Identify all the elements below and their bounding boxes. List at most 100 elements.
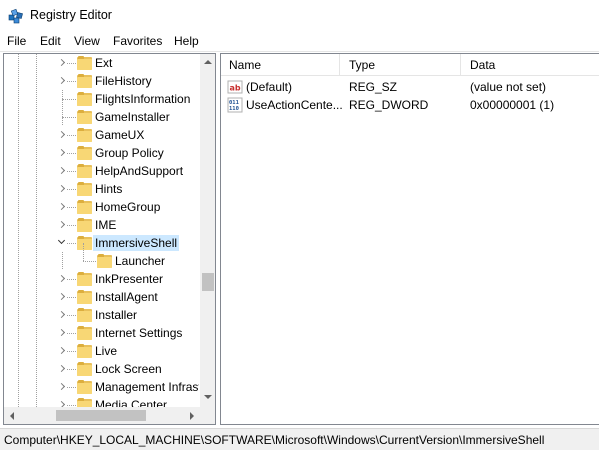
tree-key-live[interactable]: Live bbox=[4, 342, 199, 360]
tree-key-gameux[interactable]: GameUX bbox=[4, 126, 199, 144]
expand-chevron-icon[interactable] bbox=[57, 270, 67, 288]
tree-key-immersiveshell[interactable]: ImmersiveShell bbox=[4, 234, 199, 252]
value-name: (Default) bbox=[246, 80, 293, 94]
scrollbar-corner bbox=[200, 407, 215, 424]
menu-favorites[interactable]: Favorites bbox=[113, 34, 162, 48]
tree-key-hints[interactable]: Hints bbox=[4, 180, 199, 198]
folder-icon bbox=[77, 272, 92, 286]
expand-chevron-icon[interactable] bbox=[57, 72, 67, 90]
tree-item-label: Group Policy bbox=[95, 146, 164, 160]
tree-item-label: Hints bbox=[95, 182, 123, 196]
tree-key-management-infrast[interactable]: Management Infrast bbox=[4, 378, 199, 396]
menu-file[interactable]: File bbox=[7, 34, 26, 48]
tree-item-label: IME bbox=[95, 218, 117, 232]
column-header-type[interactable]: Type bbox=[341, 54, 461, 76]
tree-key-installer[interactable]: Installer bbox=[4, 306, 199, 324]
menu-edit[interactable]: Edit bbox=[40, 34, 61, 48]
scroll-up-arrow-icon[interactable] bbox=[204, 60, 212, 64]
tree-horizontal-scrollbar[interactable] bbox=[4, 407, 200, 424]
menu-help[interactable]: Help bbox=[174, 34, 199, 48]
folder-icon bbox=[77, 218, 92, 232]
tree-key-internet-settings[interactable]: Internet Settings bbox=[4, 324, 199, 342]
folder-icon bbox=[77, 128, 92, 142]
tree-vertical-scrollbar[interactable] bbox=[200, 54, 215, 407]
expand-chevron-icon[interactable] bbox=[57, 126, 67, 144]
tree-item-label: InkPresenter bbox=[95, 272, 164, 286]
tree-item-label: Internet Settings bbox=[95, 326, 183, 340]
column-header-data[interactable]: Data bbox=[462, 54, 599, 76]
expand-chevron-icon[interactable] bbox=[57, 288, 67, 306]
expand-chevron-icon[interactable] bbox=[57, 360, 67, 378]
expand-chevron-icon[interactable] bbox=[57, 378, 67, 396]
tree-guide-line bbox=[83, 243, 84, 261]
folder-icon bbox=[77, 344, 92, 358]
chevron-right-icon bbox=[57, 310, 66, 319]
scroll-down-arrow-icon[interactable] bbox=[204, 395, 212, 399]
string-value-icon: ab bbox=[227, 80, 243, 94]
tree-key-group-policy[interactable]: Group Policy bbox=[4, 144, 199, 162]
folder-icon bbox=[77, 362, 92, 376]
expand-chevron-icon[interactable] bbox=[57, 324, 67, 342]
tree-key-installagent[interactable]: InstallAgent bbox=[4, 288, 199, 306]
chevron-right-icon bbox=[57, 130, 66, 139]
chevron-right-icon bbox=[57, 148, 66, 157]
folder-icon bbox=[77, 182, 92, 196]
tree-key-inkpresenter[interactable]: InkPresenter bbox=[4, 270, 199, 288]
expand-chevron-icon[interactable] bbox=[57, 306, 67, 324]
tree-key-media-center[interactable]: Media Center bbox=[4, 396, 199, 407]
tree-key-helpandsupport[interactable]: HelpAndSupport bbox=[4, 162, 199, 180]
tree-item-label: Lock Screen bbox=[95, 362, 162, 376]
chevron-right-icon bbox=[57, 166, 66, 175]
value-data: (value not set) bbox=[470, 80, 547, 94]
expand-chevron-icon[interactable] bbox=[57, 198, 67, 216]
value-row[interactable]: 011 110 UseActionCente... REG_DWORD 0x00… bbox=[221, 96, 599, 114]
folder-icon bbox=[97, 254, 112, 268]
tree-connector-line bbox=[83, 261, 96, 262]
folder-icon bbox=[77, 326, 92, 340]
tree-key-ime[interactable]: IME bbox=[4, 216, 199, 234]
list-header: Name Type Data bbox=[221, 54, 599, 76]
menu-view[interactable]: View bbox=[74, 34, 100, 48]
folder-icon bbox=[77, 146, 92, 160]
chevron-right-icon bbox=[57, 58, 66, 67]
menu-separator bbox=[0, 51, 599, 52]
folder-icon bbox=[77, 74, 92, 88]
column-header-name[interactable]: Name bbox=[221, 54, 340, 76]
expand-chevron-icon[interactable] bbox=[57, 342, 67, 360]
chevron-right-icon bbox=[57, 292, 66, 301]
tree-item-label: Management Infrast bbox=[95, 380, 199, 394]
tree-key-homegroup[interactable]: HomeGroup bbox=[4, 198, 199, 216]
tree-key-flightsinformation[interactable]: FlightsInformation bbox=[4, 90, 199, 108]
expand-chevron-icon[interactable] bbox=[57, 216, 67, 234]
expand-chevron-icon[interactable] bbox=[57, 396, 67, 407]
chevron-right-icon bbox=[57, 220, 66, 229]
tree-key-ext[interactable]: Ext bbox=[4, 54, 199, 72]
values-list[interactable]: Name Type Data ab (Default) REG_SZ (valu… bbox=[220, 53, 599, 425]
tree-subkey-launcher[interactable]: Launcher bbox=[4, 243, 199, 270]
expand-chevron-icon[interactable] bbox=[57, 144, 67, 162]
tree-connector-line bbox=[62, 99, 76, 100]
collapse-chevron-icon[interactable] bbox=[57, 234, 67, 252]
expand-chevron-icon[interactable] bbox=[57, 54, 67, 72]
expand-chevron-icon[interactable] bbox=[57, 180, 67, 198]
value-data: 0x00000001 (1) bbox=[470, 98, 555, 112]
chevron-right-icon bbox=[57, 76, 66, 85]
registry-editor-icon bbox=[8, 8, 23, 24]
scroll-right-arrow-icon[interactable] bbox=[190, 412, 194, 420]
registry-path: Computer\HKEY_LOCAL_MACHINE\SOFTWARE\Mic… bbox=[4, 433, 545, 447]
horizontal-scroll-thumb[interactable] bbox=[56, 410, 146, 421]
value-row[interactable]: ab (Default) REG_SZ (value not set) bbox=[221, 78, 599, 96]
chevron-right-icon bbox=[57, 274, 66, 283]
folder-icon bbox=[77, 308, 92, 322]
expand-chevron-icon[interactable] bbox=[57, 162, 67, 180]
registry-tree[interactable]: Ext FileHistory FlightsInformation GameInst… bbox=[3, 53, 216, 425]
status-bar: Computer\HKEY_LOCAL_MACHINE\SOFTWARE\Mic… bbox=[0, 428, 599, 450]
vertical-scroll-thumb[interactable] bbox=[202, 273, 214, 291]
scroll-left-arrow-icon[interactable] bbox=[10, 412, 14, 420]
window-title: Registry Editor bbox=[30, 8, 112, 22]
tree-item-label: HomeGroup bbox=[95, 200, 161, 214]
tree-key-gameinstaller[interactable]: GameInstaller bbox=[4, 108, 199, 126]
tree-key-lock-screen[interactable]: Lock Screen bbox=[4, 360, 199, 378]
chevron-right-icon bbox=[57, 184, 66, 193]
tree-key-filehistory[interactable]: FileHistory bbox=[4, 72, 199, 90]
